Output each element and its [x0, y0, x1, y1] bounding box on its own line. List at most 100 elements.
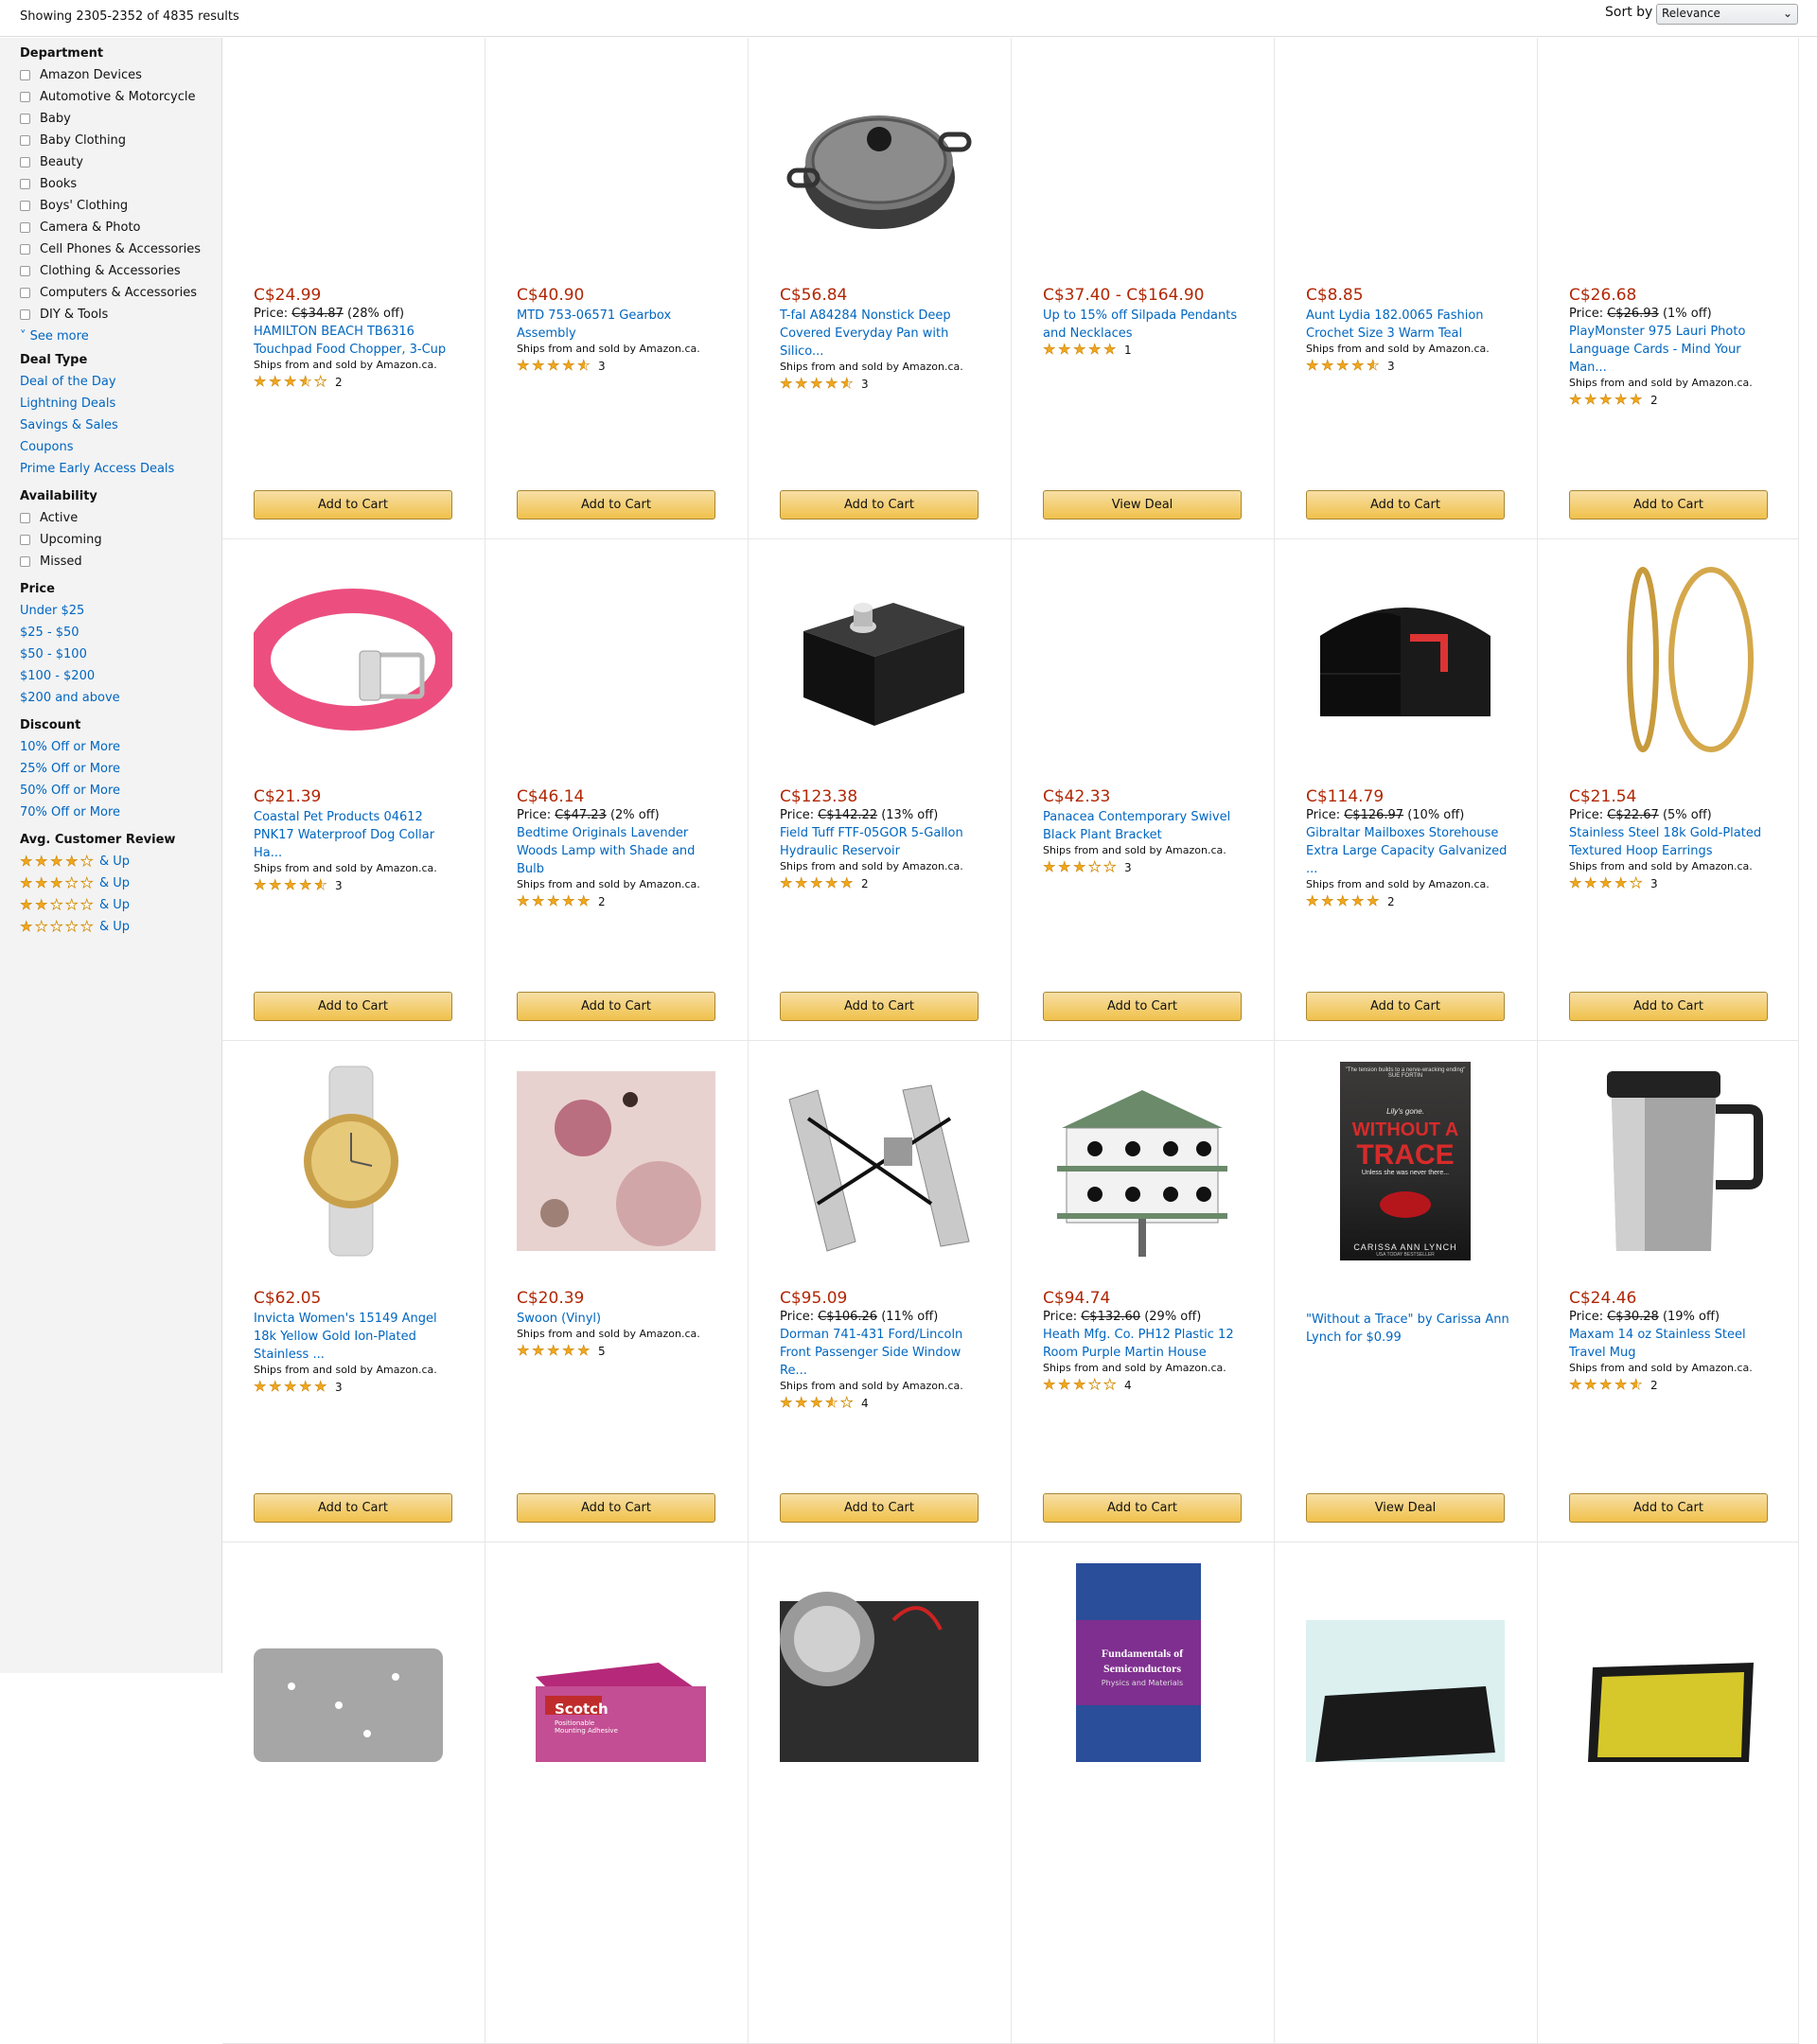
rating-row[interactable]: ★ ★ ★ ★ ★ 1 — [1043, 342, 1246, 357]
add-to-cart-button[interactable]: Add to Cart — [780, 992, 979, 1021]
checkbox-icon[interactable] — [20, 556, 30, 567]
rating-row[interactable]: ★ ★ ★ ★ ★ 3 — [1043, 859, 1246, 874]
discount-filter-link[interactable]: 50% Off or More — [20, 780, 221, 802]
rating-row[interactable]: ★ ★ ★ ★ ★ 3 — [254, 1379, 457, 1394]
add-to-cart-button[interactable]: Add to Cart — [254, 490, 452, 520]
product-image[interactable] — [254, 59, 452, 257]
product-image[interactable]: Fundamentals of Semiconductors Physics and… — [1043, 1563, 1242, 1762]
product-image[interactable] — [1043, 1062, 1242, 1260]
product-title-link[interactable]: PlayMonster 975 Lauri Photo Language Car… — [1569, 325, 1745, 375]
view-deal-button[interactable]: View Deal — [1306, 1493, 1505, 1523]
product-title-link[interactable]: Heath Mfg. Co. PH12 Plastic 12 Room Purp… — [1043, 1328, 1234, 1360]
add-to-cart-button[interactable]: Add to Cart — [1043, 992, 1242, 1021]
product-title-link[interactable]: Up to 15% off Silpada Pendants and Neckl… — [1043, 308, 1237, 341]
rating-row[interactable]: ★ ★ ★ ★ ★ 2 — [1569, 1377, 1773, 1392]
product-image[interactable] — [1569, 560, 1768, 759]
review-count[interactable]: 2 — [1650, 1379, 1658, 1392]
add-to-cart-button[interactable]: Add to Cart — [517, 1493, 715, 1523]
add-to-cart-button[interactable]: Add to Cart — [517, 992, 715, 1021]
department-checkbox[interactable]: Cell Phones & Accessories — [20, 238, 221, 260]
product-title-link[interactable]: Bedtime Originals Lavender Woods Lamp wi… — [517, 826, 695, 876]
product-title-link[interactable]: MTD 753-06571 Gearbox Assembly — [517, 308, 671, 341]
rating-row[interactable]: ★ ★ ★ ★ ★ 2 — [1569, 392, 1773, 407]
add-to-cart-button[interactable]: Add to Cart — [254, 1493, 452, 1523]
department-checkbox[interactable]: Automotive & Motorcycle — [20, 86, 221, 108]
checkbox-icon[interactable] — [20, 222, 30, 233]
product-title-link[interactable]: T-fal A84284 Nonstick Deep Covered Every… — [780, 308, 951, 359]
review-filter-link[interactable]: ★ ★ ★ ★ ★ & Up — [20, 872, 221, 894]
review-filter-link[interactable]: ★ ★ ★ ★ ★ & Up — [20, 851, 221, 872]
product-image[interactable]: "The tension builds to a nerve-wracking … — [1306, 1062, 1505, 1260]
product-title-link[interactable]: HAMILTON BEACH TB6316 Touchpad Food Chop… — [254, 325, 446, 357]
add-to-cart-button[interactable]: Add to Cart — [780, 1493, 979, 1523]
product-title-link[interactable]: Stainless Steel 18k Gold-Plated Textured… — [1569, 826, 1761, 858]
sort-select[interactable]: Relevance ⌄ — [1656, 4, 1798, 25]
add-to-cart-button[interactable]: Add to Cart — [1569, 1493, 1768, 1523]
rating-row[interactable]: ★ ★ ★ ★ ★ 3 — [517, 358, 720, 373]
checkbox-icon[interactable] — [20, 70, 30, 80]
checkbox-icon[interactable] — [20, 114, 30, 124]
add-to-cart-button[interactable]: Add to Cart — [1569, 490, 1768, 520]
checkbox-icon[interactable] — [20, 92, 30, 102]
product-image[interactable] — [1306, 560, 1505, 759]
availability-checkbox[interactable]: Upcoming — [20, 529, 221, 551]
rating-row[interactable]: ★ ★ ★ ★ ★ 2 — [517, 893, 720, 908]
product-image[interactable] — [1043, 560, 1242, 759]
department-checkbox[interactable]: Beauty — [20, 151, 221, 173]
product-image[interactable] — [780, 59, 979, 257]
product-image[interactable] — [780, 560, 979, 759]
product-image[interactable] — [517, 1062, 715, 1260]
product-title-link[interactable]: "Without a Trace" by Carissa Ann Lynch f… — [1306, 1313, 1509, 1345]
checkbox-icon[interactable] — [20, 135, 30, 146]
product-image[interactable] — [1043, 59, 1242, 257]
product-image[interactable] — [1306, 59, 1505, 257]
department-checkbox[interactable]: Baby Clothing — [20, 130, 221, 151]
price-filter-link[interactable]: Under $25 — [20, 600, 221, 622]
deal-type-link[interactable]: Prime Early Access Deals — [20, 458, 221, 480]
deal-type-link[interactable]: Coupons — [20, 436, 221, 458]
rating-row[interactable]: ★ ★ ★ ★ ★ 2 — [254, 374, 457, 389]
book-cover-image[interactable]: "The tension builds to a nerve-wracking … — [1340, 1062, 1471, 1260]
price-filter-link[interactable]: $25 - $50 — [20, 622, 221, 643]
discount-filter-link[interactable]: 70% Off or More — [20, 802, 221, 823]
review-count[interactable]: 4 — [1124, 1379, 1132, 1392]
checkbox-icon[interactable] — [20, 288, 30, 298]
product-image[interactable] — [1306, 1563, 1505, 1762]
deal-type-link[interactable]: Savings & Sales — [20, 414, 221, 436]
department-checkbox[interactable]: Baby — [20, 108, 221, 130]
product-image[interactable] — [517, 59, 715, 257]
checkbox-icon[interactable] — [20, 535, 30, 545]
product-image[interactable] — [254, 1062, 452, 1260]
product-image[interactable] — [517, 560, 715, 759]
deal-type-link[interactable]: Lightning Deals — [20, 393, 221, 414]
review-count[interactable]: 3 — [598, 360, 606, 373]
rating-row[interactable]: ★ ★ ★ ★ ★ 4 — [1043, 1377, 1246, 1392]
product-title-link[interactable]: Dorman 741-431 Ford/Lincoln Front Passen… — [780, 1328, 962, 1378]
review-count[interactable]: 3 — [1387, 360, 1395, 373]
department-checkbox[interactable]: Computers & Accessories — [20, 282, 221, 304]
product-image[interactable] — [1569, 59, 1768, 257]
product-title-link[interactable]: Maxam 14 oz Stainless Steel Travel Mug — [1569, 1328, 1746, 1360]
review-count[interactable]: 2 — [598, 895, 606, 908]
availability-checkbox[interactable]: Missed — [20, 551, 221, 573]
product-image[interactable]: Scotch Positionable Mounting Adhesive — [517, 1563, 715, 1762]
discount-filter-link[interactable]: 25% Off or More — [20, 758, 221, 780]
price-filter-link[interactable]: $100 - $200 — [20, 665, 221, 687]
product-image[interactable] — [780, 1563, 979, 1762]
product-image[interactable] — [1569, 1062, 1768, 1260]
review-count[interactable]: 2 — [1650, 394, 1658, 407]
deal-type-link[interactable]: Deal of the Day — [20, 371, 221, 393]
review-count[interactable]: 2 — [335, 376, 343, 389]
rating-row[interactable]: ★ ★ ★ ★ ★ 3 — [254, 877, 457, 892]
product-title-link[interactable]: Aunt Lydia 182.0065 Fashion Crochet Size… — [1306, 308, 1484, 341]
discount-filter-link[interactable]: 10% Off or More — [20, 736, 221, 758]
review-count[interactable]: 2 — [1387, 895, 1395, 908]
add-to-cart-button[interactable]: Add to Cart — [254, 992, 452, 1021]
price-filter-link[interactable]: $50 - $100 — [20, 643, 221, 665]
rating-row[interactable]: ★ ★ ★ ★ ★ 5 — [517, 1343, 720, 1358]
department-checkbox[interactable]: Clothing & Accessories — [20, 260, 221, 282]
rating-row[interactable]: ★ ★ ★ ★ ★ 2 — [1306, 893, 1509, 908]
price-filter-link[interactable]: $200 and above — [20, 687, 221, 709]
checkbox-icon[interactable] — [20, 179, 30, 189]
review-filter-link[interactable]: ★ ★ ★ ★ ★ & Up — [20, 894, 221, 916]
